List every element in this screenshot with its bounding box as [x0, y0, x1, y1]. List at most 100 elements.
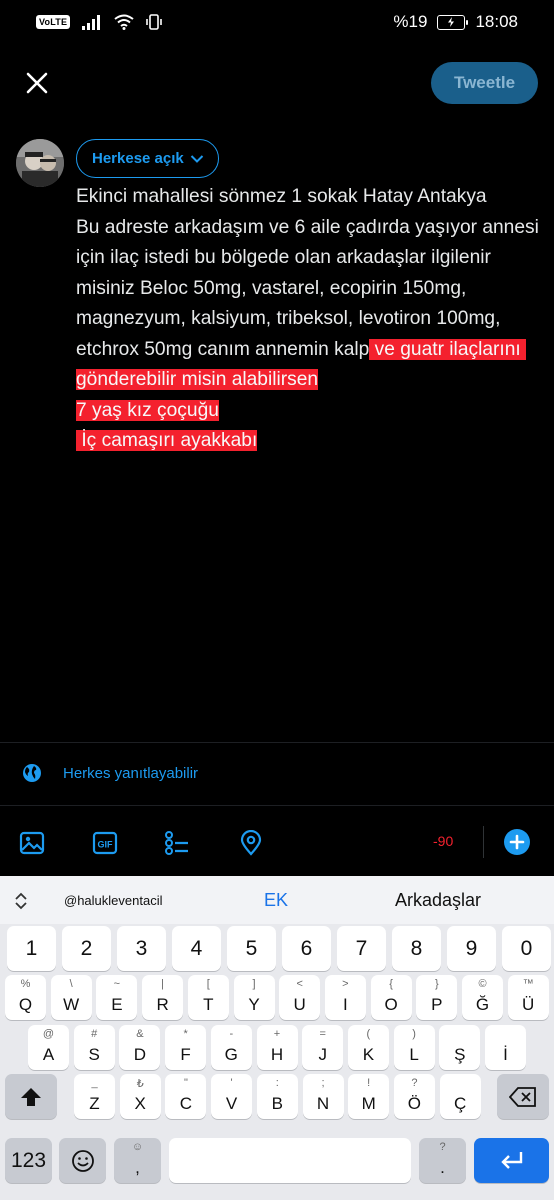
- key-f[interactable]: * F: [165, 1025, 207, 1070]
- key-p[interactable]: } P: [416, 975, 458, 1020]
- key-g[interactable]: -G: [210, 1025, 252, 1070]
- key-n[interactable]: ; N: [302, 1074, 344, 1119]
- key-i̇[interactable]: İ: [485, 1025, 526, 1070]
- key-4[interactable]: 4: [172, 926, 221, 971]
- key-sup-label: !: [367, 1077, 371, 1089]
- key-label: Ğ: [475, 994, 490, 1014]
- key-label: X: [134, 1093, 146, 1113]
- key-t[interactable]: [T: [187, 975, 229, 1020]
- key-label: ,: [135, 1157, 140, 1177]
- key-ğ[interactable]: © Ğ: [462, 975, 503, 1020]
- key-label: 123: [10, 1148, 47, 1172]
- key-label: T: [203, 994, 214, 1014]
- key-q[interactable]: % Q: [5, 975, 46, 1020]
- key-5[interactable]: 5: [227, 926, 276, 971]
- gif-icon[interactable]: GIF: [92, 830, 118, 856]
- key-8[interactable]: 8: [392, 926, 441, 971]
- key-label: K: [362, 1044, 375, 1064]
- shift-icon: [21, 1087, 41, 1106]
- tweet-button[interactable]: Tweetle: [431, 62, 538, 104]
- key-label: G: [224, 1044, 238, 1064]
- close-button[interactable]: [22, 68, 52, 98]
- key-h[interactable]: + H: [256, 1025, 298, 1070]
- backspace-key[interactable]: [497, 1074, 549, 1119]
- key-sup-label: ": [183, 1077, 188, 1089]
- audience-label: Herkese açık: [92, 150, 184, 167]
- key-v[interactable]: ' V: [211, 1074, 253, 1119]
- avatar-photo: [16, 139, 64, 187]
- key-label: P: [431, 994, 443, 1014]
- key-s[interactable]: # S: [73, 1025, 115, 1070]
- key-label: 2: [80, 936, 93, 960]
- suggestion-2[interactable]: EK: [264, 890, 288, 911]
- add-thread-button[interactable]: [504, 829, 530, 855]
- key-label: D: [133, 1044, 147, 1064]
- key-o[interactable]: {O: [370, 975, 412, 1020]
- key-d[interactable]: & D: [119, 1025, 161, 1070]
- key-sup-label: ™: [522, 978, 534, 990]
- enter-key[interactable]: [474, 1138, 549, 1183]
- location-icon[interactable]: [238, 830, 264, 856]
- period-key[interactable]: ?.: [419, 1138, 466, 1183]
- emoji-key[interactable]: [59, 1138, 106, 1183]
- key-i[interactable]: > I: [324, 975, 366, 1020]
- space-key[interactable]: [169, 1138, 411, 1183]
- key-label: 1: [25, 936, 38, 960]
- key-1[interactable]: 1: [7, 926, 56, 971]
- key-sup-label: =: [319, 1028, 326, 1040]
- key-3[interactable]: 3: [117, 926, 166, 971]
- key-9[interactable]: 9: [447, 926, 496, 971]
- key-6[interactable]: 6: [282, 926, 331, 971]
- key-j[interactable]: = J: [302, 1025, 344, 1070]
- key-ü[interactable]: ™ Ü: [507, 975, 549, 1020]
- key-m[interactable]: ! M: [348, 1074, 390, 1119]
- key-l[interactable]: ) L: [393, 1025, 435, 1070]
- key-k[interactable]: (K: [347, 1025, 389, 1070]
- comma-key[interactable]: ☺,: [114, 1138, 161, 1183]
- key-ö[interactable]: ? Ö: [393, 1074, 435, 1119]
- key-ş[interactable]: Ş: [439, 1025, 481, 1070]
- signal-icon: [82, 15, 101, 30]
- key-sup-label: :: [275, 1077, 279, 1089]
- key-label: 3: [135, 936, 148, 960]
- image-icon[interactable]: [19, 830, 45, 856]
- key-ç[interactable]: Ç: [439, 1074, 481, 1119]
- enter-icon: [500, 1151, 522, 1169]
- key-a[interactable]: @ A: [28, 1025, 69, 1070]
- key-sup-label: *: [183, 1028, 188, 1040]
- tweet-text-editor[interactable]: Ekinci mahallesi sönmez 1 sokak Hatay An…: [76, 182, 540, 457]
- shift-key[interactable]: [5, 1074, 57, 1119]
- poll-icon[interactable]: [164, 830, 190, 856]
- chevron-updown-icon[interactable]: [12, 892, 30, 910]
- avatar[interactable]: [16, 139, 64, 187]
- key-0[interactable]: 0: [502, 926, 551, 971]
- suggestion-3[interactable]: Arkadaşlar: [395, 890, 481, 911]
- reply-settings[interactable]: Herkes yanıtlayabilir: [0, 742, 554, 804]
- key-7[interactable]: 7: [337, 926, 386, 971]
- key-z[interactable]: _ Z: [74, 1074, 115, 1119]
- key-label: 7: [355, 936, 368, 960]
- add-icon: [509, 834, 525, 850]
- key-w[interactable]: \ W: [50, 975, 92, 1020]
- key-r[interactable]: | R: [142, 975, 184, 1020]
- wifi-icon: [114, 14, 134, 30]
- key-sup-label: <: [296, 978, 303, 990]
- key-2[interactable]: 2: [62, 926, 111, 971]
- key-sup-label: (: [366, 1028, 371, 1040]
- key-sup-label: ?: [439, 1141, 446, 1153]
- key-u[interactable]: < U: [279, 975, 321, 1020]
- audience-selector[interactable]: Herkese açık: [76, 139, 219, 178]
- key-b[interactable]: :B: [256, 1074, 298, 1119]
- key-c[interactable]: " C: [165, 1074, 207, 1119]
- key-label: Ü: [522, 994, 535, 1014]
- suggestion-1[interactable]: @halukleventacil: [64, 893, 162, 908]
- soft-keyboard: @halukleventacil EK Arkadaşlar 123456789…: [0, 876, 554, 1200]
- key-label: .: [440, 1157, 445, 1177]
- key-sup-label: @: [42, 1028, 55, 1040]
- key-x[interactable]: ₺ X: [119, 1074, 161, 1119]
- key-e[interactable]: ~ E: [96, 975, 138, 1020]
- tweet-text-overflow-2: 7 yaş kız çoçuğu: [76, 399, 219, 421]
- key-sup-label: [: [206, 978, 210, 990]
- key-y[interactable]: ] Y: [233, 975, 275, 1020]
- symbols-key[interactable]: 123: [5, 1138, 52, 1183]
